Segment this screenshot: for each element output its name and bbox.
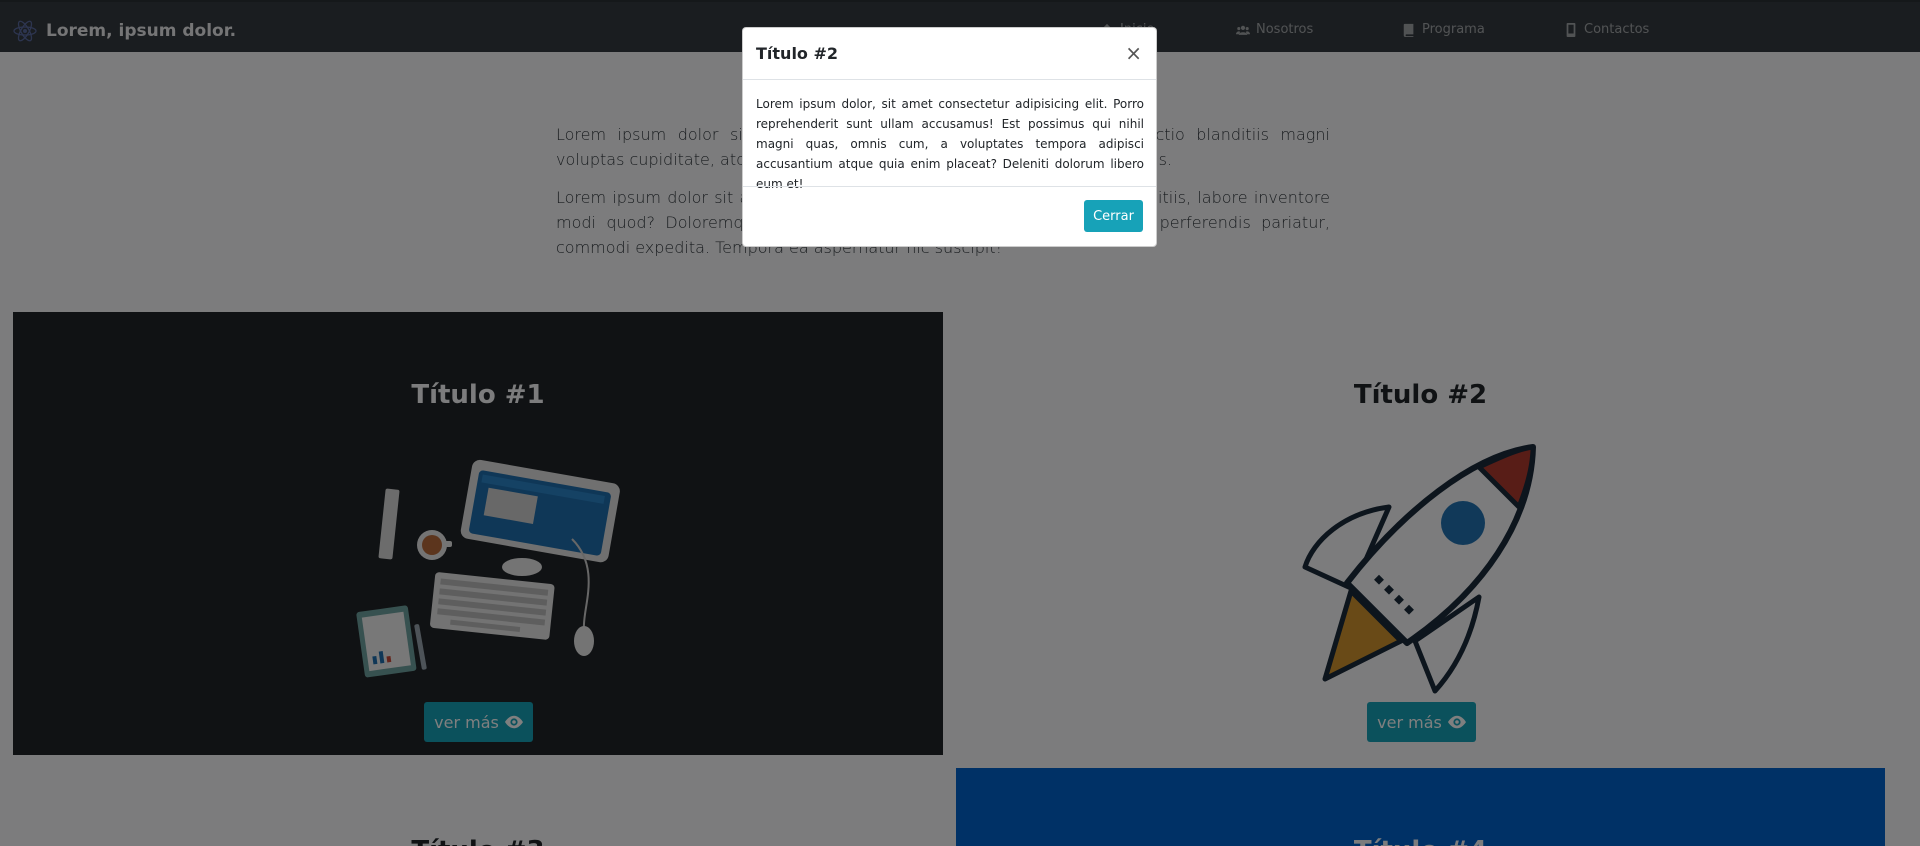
modal-header: Título #2 × bbox=[743, 28, 1156, 80]
modal-body: Lorem ipsum dolor, sit amet consectetur … bbox=[756, 97, 1144, 191]
modal-title: Título #2 bbox=[756, 44, 839, 63]
modal-dialog: Título #2 × Lorem ipsum dolor, sit amet … bbox=[742, 27, 1157, 247]
close-icon[interactable]: × bbox=[1125, 41, 1142, 65]
cerrar-button[interactable]: Cerrar bbox=[1084, 200, 1143, 232]
modal-footer: Cerrar bbox=[743, 186, 1156, 248]
